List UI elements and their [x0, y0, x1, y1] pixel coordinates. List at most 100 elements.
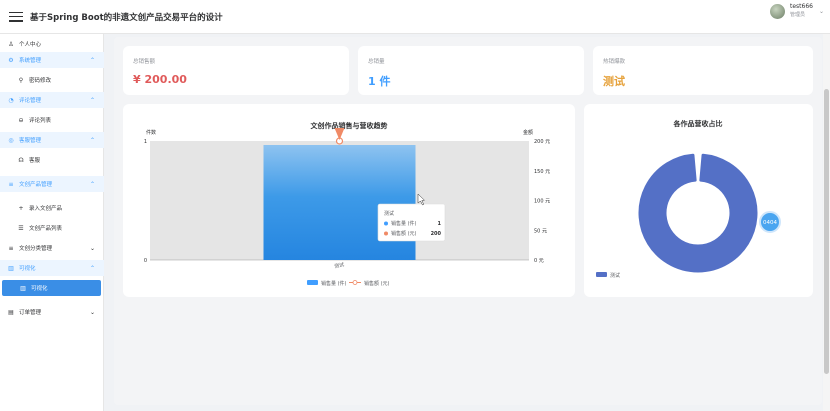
tooltip-dot: [384, 231, 388, 236]
sales-trend-chart: 文创作品销售与营收趋势件数 金额10200 元150 元100 元50 元0 元测…: [144, 121, 550, 287]
sidebar-item-9[interactable]: ☰ 文创产品列表: [0, 220, 104, 236]
order-icon: ▤: [8, 308, 14, 316]
line-point-marker: [334, 128, 345, 140]
service-icon: ◎: [8, 136, 14, 144]
sidebar-item-6[interactable]: ☊ 客服: [0, 152, 104, 168]
menu-icon: ≡: [8, 180, 14, 188]
scrollbar-thumb[interactable]: [824, 89, 829, 374]
sidebar-item-11[interactable]: ▥ 可视化 ⌃: [0, 260, 104, 276]
sidebar-item-12[interactable]: ▥ 可视化: [2, 280, 101, 296]
menu-icon: ≡: [8, 244, 14, 252]
legend-label: 销售量 (件): [321, 280, 347, 287]
sidebar-item-1[interactable]: ⚙ 系统管理 ⌃: [0, 52, 104, 68]
sidebar-item-13[interactable]: ▤ 订单管理 ⌄: [0, 304, 104, 320]
legend-swatch: [307, 280, 318, 285]
left-tick-label: 1: [144, 139, 147, 145]
user-icon: ♙: [8, 40, 14, 48]
sidebar-item-5[interactable]: ◎ 客服管理 ⌃: [0, 132, 104, 148]
sidebar: ♙ 个人中心 ⚙ 系统管理 ⌃ ⚲ 密码修改 ◔ 评论管理 ⌃ ⊖ 评论列表 ◎ 客服管理 ⌃ ☊ 客服 ≡ 文创产…: [0, 34, 104, 411]
bar-chart-icon: ▥: [20, 284, 26, 292]
legend-label: 销售额 (元): [364, 280, 390, 287]
chevron-down-icon: ⌄: [89, 308, 95, 316]
right-tick-label: 200 元: [534, 139, 550, 145]
sidebar-item-label: 文创产品列表: [29, 226, 63, 232]
comment-icon: ◔: [8, 96, 14, 104]
tooltip-series-name: 销售额 (元): [391, 230, 417, 237]
bar-chart-icon: ▥: [8, 264, 14, 272]
list-circle-icon: ⊖: [18, 116, 24, 124]
sidebar-item-label: 客服管理: [19, 138, 42, 144]
stat-card-sales: 总销售额 ¥ 200.00: [123, 46, 349, 95]
sidebar-item-label: 订单管理: [19, 310, 42, 316]
sidebar-item-label: 客服: [29, 158, 41, 164]
stat-value: 1 件: [368, 75, 391, 88]
sidebar-item-label: 可视化: [31, 286, 48, 292]
sales-trend-chart-card: 文创作品销售与营收趋势 件数 金额 1 0 200 元 150 元 100 元 50 元0 元测…: [123, 104, 575, 297]
sidebar-item-3[interactable]: ◔ 评论管理 ⌃: [0, 92, 104, 108]
right-tick-label: 50 元: [534, 228, 547, 234]
tooltip-series-name: 销售量 (件): [391, 220, 417, 227]
left-axis-label: 件数: [146, 129, 156, 136]
user-role: 管理员: [789, 12, 805, 18]
tooltip-value: 1: [438, 221, 442, 227]
revenue-share-chart: 各作品营收占比 0404 测试: [596, 119, 781, 279]
sidebar-item-label: 录入文创产品: [29, 206, 63, 212]
headset-icon: ☊: [18, 156, 24, 164]
sidebar-item-label: 评论管理: [19, 98, 42, 104]
chevron-up-icon: ⌃: [89, 180, 95, 188]
sidebar-item-10[interactable]: ≡ 文创分类管理 ⌄: [0, 240, 104, 256]
tooltip-title: 测试: [384, 210, 394, 217]
plus-icon: +: [18, 204, 24, 212]
stat-value: 测试: [603, 75, 625, 88]
stat-card-volume: 总销量 1 件: [358, 46, 584, 95]
revenue-share-chart-card: 各作品营收占比 0404 测试: [584, 104, 813, 297]
sidebar-item-4[interactable]: ⊖ 评论列表: [0, 112, 104, 128]
sidebar-item-label: 个人中心: [19, 42, 42, 48]
right-tick-label: 0 元: [534, 258, 544, 264]
user-menu[interactable]: test666 管理员 ⌄: [769, 3, 824, 19]
tooltip-value: 200: [431, 231, 442, 237]
sidebar-item-7[interactable]: ≡ 文创产品管理 ⌃: [0, 176, 104, 192]
chevron-down-icon[interactable]: ⌄: [819, 8, 824, 15]
chevron-up-icon: ⌃: [89, 56, 95, 64]
sidebar-item-label: 文创分类管理: [19, 246, 53, 252]
stat-label: 总销售额: [133, 59, 156, 65]
chevron-down-icon: ⌄: [89, 244, 95, 252]
sidebar-item-label: 可视化: [19, 266, 36, 272]
sidebar-item-8[interactable]: + 录入文创产品: [0, 200, 104, 216]
tooltip-dot: [384, 221, 388, 226]
app-title: 基于Spring Boot的非遗文创产品交易平台的设计: [30, 12, 223, 23]
x-tick-label: 测试: [334, 261, 345, 270]
stat-value: ¥ 200.00: [133, 73, 187, 86]
right-axis-label: 金额: [523, 129, 533, 136]
chevron-up-icon: ⌃: [89, 264, 95, 272]
bar: [263, 145, 416, 260]
key-icon: ⚲: [18, 76, 24, 84]
scrollbar[interactable]: [823, 34, 830, 411]
menu-toggle-icon[interactable]: [9, 10, 23, 24]
right-tick-label: 100 元: [534, 199, 550, 205]
badge-text: 0404: [763, 220, 777, 226]
chart-title: 各作品营收占比: [673, 119, 723, 128]
sidebar-item-label: 文创产品管理: [19, 182, 53, 188]
avatar[interactable]: [769, 3, 785, 19]
legend-label: 测试: [610, 272, 620, 279]
stat-label: 总销量: [368, 59, 385, 65]
left-tick-label: 0: [144, 258, 147, 264]
sidebar-item-label: 评论列表: [29, 118, 52, 124]
sidebar-item-label: 密码修改: [29, 78, 52, 84]
main-content: 总销售额 ¥ 200.00 总销量 1 件 热销爆款 测试 文创作品销售与营收趋…: [114, 37, 822, 405]
sidebar-item-0[interactable]: ♙ 个人中心: [0, 36, 104, 52]
stat-card-hot: 热销爆款 测试: [593, 46, 813, 95]
top-bar: 基于Spring Boot的非遗文创产品交易平台的设计 test666 管理员 …: [0, 0, 830, 34]
list-icon: ☰: [18, 224, 24, 232]
sidebar-item-2[interactable]: ⚲ 密码修改: [0, 72, 104, 88]
chevron-up-icon: ⌃: [89, 96, 95, 104]
pie-slice: [638, 153, 758, 273]
sidebar-item-label: 系统管理: [19, 58, 42, 64]
user-name: test666: [789, 3, 813, 10]
gear-icon: ⚙: [8, 56, 14, 64]
legend-swatch: [596, 272, 607, 277]
chart-title: 文创作品销售与营收趋势: [311, 121, 388, 130]
stat-label: 热销爆款: [603, 59, 626, 65]
